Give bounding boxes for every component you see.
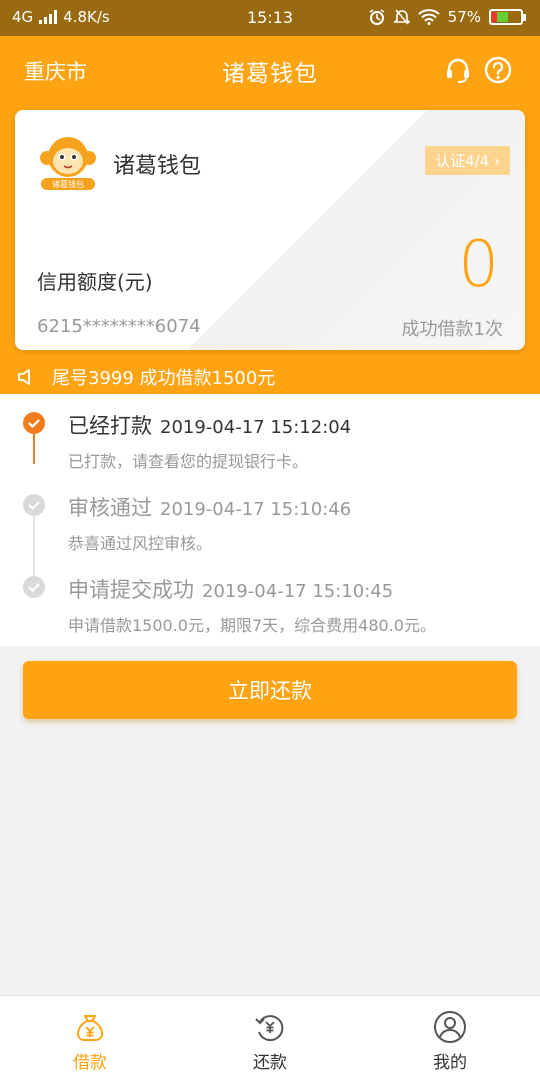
repay-icon <box>255 1015 284 1042</box>
timeline-connector <box>33 510 35 580</box>
step-datetime: 2019-04-17 15:12:04 <box>160 417 352 438</box>
header: 重庆市 诸葛钱包 诸葛钱包 诸葛钱包 认证4/4 › 信用额度(元) 0 621… <box>0 36 540 394</box>
notice-bar: 尾号3999 成功借款1500元 <box>0 360 540 394</box>
help-icon[interactable] <box>484 56 512 84</box>
timeline-connector-active <box>33 434 35 464</box>
certification-text: 认证4/4 <box>435 152 490 170</box>
chevron-right-icon: › <box>489 152 500 170</box>
step-desc: 恭喜通过风控审核。 <box>68 534 213 553</box>
tab-label: 还款 <box>253 1053 287 1073</box>
bank-card-number: 6215********6074 <box>37 316 201 337</box>
loan-count: 成功借款1次 <box>401 319 503 340</box>
credit-label: 信用额度(元) <box>37 270 153 294</box>
check-icon <box>23 576 45 598</box>
check-icon <box>23 412 45 434</box>
status-bar: 4G 4.8K/s 15:13 57% <box>0 0 540 36</box>
brand-name: 诸葛钱包 <box>113 154 202 179</box>
tab-bar: 借款 还款 我的 <box>0 995 540 1080</box>
tab-borrow[interactable]: 借款 <box>0 996 180 1080</box>
headset-icon[interactable] <box>444 56 472 84</box>
speaker-icon <box>18 369 30 385</box>
logo-text: 诸葛钱包 <box>52 180 84 189</box>
wifi-icon <box>417 9 440 25</box>
tab-repay[interactable]: 还款 <box>180 996 360 1080</box>
check-icon <box>23 494 45 516</box>
notice-text: 尾号3999 成功借款1500元 <box>52 368 276 389</box>
battery-icon <box>489 9 526 25</box>
alarm-icon <box>369 9 385 25</box>
step-datetime: 2019-04-17 15:10:45 <box>202 581 394 602</box>
repay-button[interactable]: 立即还款 <box>23 661 517 719</box>
loan-timeline: 已经打款 2019-04-17 15:12:04 已打款，请查看您的提现银行卡。 … <box>0 394 540 646</box>
step-title: 申请提交成功 <box>68 578 194 602</box>
certification-badge[interactable]: 认证4/4 › <box>425 146 510 175</box>
app-logo: 诸葛钱包 <box>37 132 99 194</box>
step-title: 审核通过 <box>68 496 152 520</box>
credit-card-panel: 诸葛钱包 诸葛钱包 认证4/4 › 信用额度(元) 0 6215********… <box>15 110 525 350</box>
tab-mine[interactable]: 我的 <box>360 996 540 1080</box>
tab-label: 我的 <box>433 1053 467 1073</box>
step-desc: 申请借款1500.0元，期限7天，综合费用480.0元。 <box>68 616 436 635</box>
mute-icon <box>393 9 410 25</box>
step-title: 已经打款 <box>68 414 152 438</box>
tab-label: 借款 <box>73 1053 107 1073</box>
step-datetime: 2019-04-17 15:10:46 <box>160 499 352 520</box>
credit-value: 0 <box>458 228 499 302</box>
battery-percent: 57% <box>447 8 481 26</box>
user-icon <box>434 1011 466 1043</box>
step-desc: 已打款，请查看您的提现银行卡。 <box>68 452 309 471</box>
money-bag-icon <box>76 1015 104 1041</box>
